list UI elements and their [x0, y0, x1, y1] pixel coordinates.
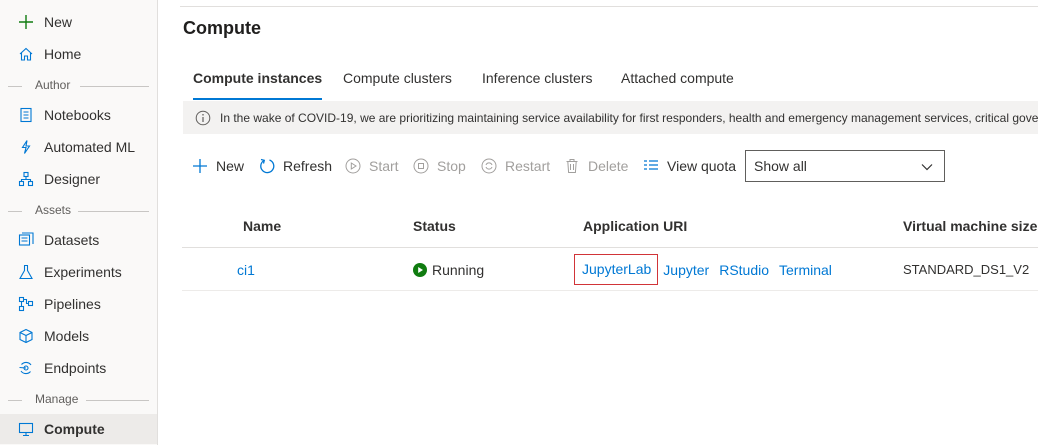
restart-button[interactable]: Restart [480, 150, 550, 182]
compute-instances-table: Name Status Application URI Virtual mach… [182, 205, 1038, 291]
dataset-icon [17, 231, 35, 249]
tab-compute-clusters[interactable]: Compute clusters [343, 70, 452, 102]
nav-item-models[interactable]: Models [0, 321, 157, 351]
jupyterlab-link[interactable]: JupyterLab [574, 254, 659, 285]
refresh-button-label: Refresh [283, 158, 333, 174]
column-header-status[interactable]: Status [413, 218, 456, 234]
nav-item-pipelines[interactable]: Pipelines [0, 289, 157, 319]
page-title: Compute [183, 18, 261, 38]
automl-icon [17, 138, 35, 156]
nav-item-experiments[interactable]: Experiments [0, 257, 157, 287]
play-icon [344, 157, 362, 175]
tab-attached-compute[interactable]: Attached compute [621, 70, 734, 102]
status-text: Running [432, 261, 485, 278]
start-button[interactable]: Start [344, 150, 399, 182]
nav-item-home[interactable]: Home [0, 39, 157, 69]
list-icon [642, 157, 660, 175]
notebook-icon [17, 106, 35, 124]
status-cell: Running [413, 248, 484, 291]
endpoint-icon [17, 359, 35, 377]
column-header-name[interactable]: Name [243, 218, 281, 234]
filter-dropdown[interactable]: Show all [745, 150, 945, 182]
monitor-icon [17, 420, 35, 438]
view-quota-button[interactable]: View quota [642, 150, 736, 182]
nav-item-label: Compute [44, 421, 105, 437]
nav-item-label: Models [44, 328, 90, 344]
restart-icon [480, 157, 498, 175]
info-banner: In the wake of COVID-19, we are prioriti… [183, 101, 1038, 134]
delete-button[interactable]: Delete [563, 150, 628, 182]
nav-item-notebooks[interactable]: Notebooks [0, 100, 157, 130]
start-button-label: Start [369, 158, 399, 174]
plus-icon [191, 157, 209, 175]
nav-item-label: Designer [44, 171, 101, 187]
plus-icon [17, 13, 35, 31]
nav-item-label: Automated ML [44, 139, 136, 155]
refresh-button[interactable]: Refresh [258, 150, 332, 182]
nav-item-endpoints[interactable]: Endpoints [0, 353, 157, 383]
divider [180, 6, 1038, 7]
view-quota-button-label: View quota [667, 158, 737, 174]
nav-item-label: Endpoints [44, 360, 107, 376]
nav-item-designer[interactable]: Designer [0, 164, 157, 194]
chevron-down-icon [920, 160, 934, 174]
table-row: ci1 Running JupyterLab Jupyter RStudio T… [182, 248, 1038, 291]
rstudio-link[interactable]: RStudio [719, 262, 769, 278]
nav-item-label: Datasets [44, 232, 100, 248]
stop-button[interactable]: Stop [412, 150, 466, 182]
vm-size-cell: STANDARD_DS1_V2 [903, 262, 1030, 277]
running-icon [413, 262, 427, 277]
info-icon [195, 110, 211, 126]
stop-icon [412, 157, 430, 175]
section-author: Author [0, 78, 157, 94]
tab-inference-clusters[interactable]: Inference clusters [482, 70, 593, 102]
pipeline-icon [17, 295, 35, 313]
column-header-vm-size[interactable]: Virtual machine size [903, 218, 1037, 234]
nav-item-label: Home [44, 46, 82, 62]
application-uri-cell: JupyterLab Jupyter RStudio Terminal [574, 248, 832, 291]
flask-icon [17, 263, 35, 281]
section-label: Manage [35, 392, 79, 406]
trash-icon [563, 157, 581, 175]
new-button[interactable]: New [191, 150, 244, 182]
command-bar: New Refresh Start Stop Restart Delete Vi… [183, 150, 1038, 182]
jupyter-link[interactable]: Jupyter [663, 262, 709, 278]
nav-item-label: New [44, 14, 73, 30]
main-content: Compute Compute instances Compute cluste… [158, 0, 1038, 445]
section-manage: Manage [0, 392, 157, 408]
left-nav: New Home Author Notebooks Automated ML D… [0, 0, 158, 445]
restart-button-label: Restart [505, 158, 551, 174]
instance-name-link[interactable]: ci1 [237, 248, 255, 291]
delete-button-label: Delete [588, 158, 629, 174]
nav-item-label: Experiments [44, 264, 122, 280]
nav-item-label: Pipelines [44, 296, 101, 312]
banner-text: In the wake of COVID-19, we are prioriti… [220, 110, 1038, 125]
designer-icon [17, 170, 35, 188]
new-button-label: New [216, 158, 245, 174]
stop-button-label: Stop [437, 158, 466, 174]
refresh-icon [258, 157, 276, 175]
column-header-application-uri[interactable]: Application URI [583, 218, 687, 234]
home-icon [17, 45, 35, 63]
nav-item-new[interactable]: New [0, 7, 157, 37]
nav-item-datasets[interactable]: Datasets [0, 225, 157, 255]
tab-compute-instances[interactable]: Compute instances [193, 70, 323, 102]
nav-item-label: Notebooks [44, 107, 111, 123]
section-label: Author [35, 78, 71, 92]
section-assets: Assets [0, 203, 157, 219]
terminal-link[interactable]: Terminal [779, 262, 832, 278]
cube-icon [17, 327, 35, 345]
nav-item-compute[interactable]: Compute [0, 414, 157, 444]
nav-item-automated-ml[interactable]: Automated ML [0, 132, 157, 162]
filter-dropdown-value: Show all [754, 158, 807, 174]
table-header: Name Status Application URI Virtual mach… [182, 205, 1038, 248]
section-label: Assets [35, 203, 72, 217]
